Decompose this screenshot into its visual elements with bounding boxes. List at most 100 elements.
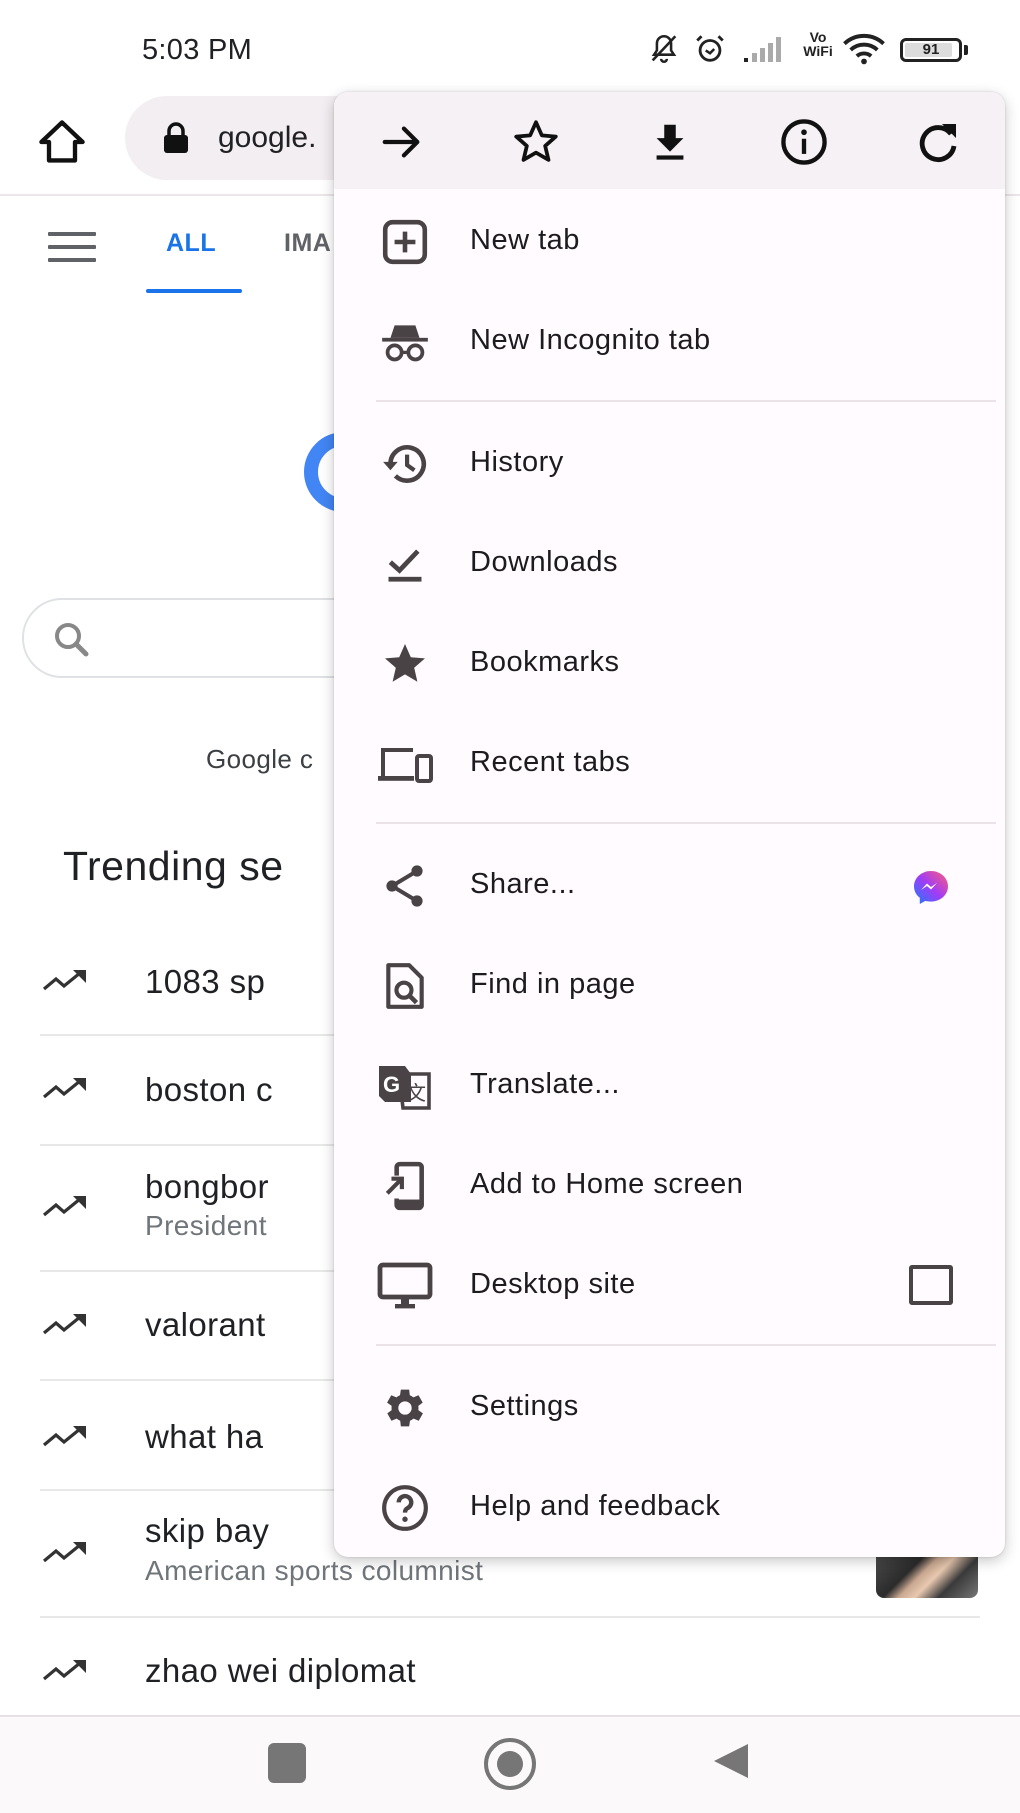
trending-query[interactable]: boston c (145, 1071, 273, 1109)
menu-divider (376, 400, 996, 402)
bookmark-button[interactable] (508, 114, 564, 170)
menu-divider (376, 1344, 996, 1346)
menu-divider (376, 822, 996, 824)
menu-item-settings[interactable]: Settings (334, 1358, 1005, 1458)
bell-off-icon (646, 32, 682, 66)
info-icon (781, 119, 827, 165)
menu-header (334, 92, 1005, 189)
trending-up-icon (42, 968, 88, 992)
trending-up-icon (42, 1658, 88, 1682)
add-to-home-icon (377, 1161, 433, 1211)
hamburger-menu-icon[interactable] (48, 232, 96, 262)
menu-item-bookmarks[interactable]: Bookmarks (334, 614, 1005, 714)
active-tab-indicator (146, 289, 242, 293)
wifi-icon (842, 32, 886, 66)
forward-button[interactable] (374, 114, 430, 170)
desktop-site-checkbox[interactable] (909, 1265, 953, 1305)
menu-item-label: Downloads (470, 546, 618, 578)
recent-tabs-icon (377, 739, 433, 789)
history-icon (377, 439, 433, 489)
vowifi-icon: Vo WiFi (798, 30, 838, 58)
new-tab-icon (377, 217, 433, 267)
signal-icon (742, 32, 786, 66)
menu-item-recent-tabs[interactable]: Recent tabs (334, 714, 1005, 814)
menu-item-translate[interactable]: G 文 Translate... (334, 1036, 1005, 1136)
download-page-button[interactable] (642, 114, 698, 170)
overflow-menu: New tab New Incognito tab History Downloads… (334, 92, 1005, 1557)
trending-query[interactable]: zhao wei diplomat (145, 1652, 416, 1690)
battery-icon: 91 (900, 38, 962, 62)
menu-item-label: Share... (470, 868, 576, 900)
trending-subtitle: President (145, 1210, 267, 1241)
share-icon (377, 861, 433, 911)
menu-item-desktop-site[interactable]: Desktop site (334, 1236, 1005, 1336)
menu-item-label: New Incognito tab (470, 324, 711, 356)
battery-tip (964, 45, 968, 55)
trending-query[interactable]: what ha (145, 1418, 263, 1456)
battery-level: 91 (922, 41, 940, 58)
refresh-button[interactable] (910, 114, 966, 170)
messenger-icon[interactable] (912, 869, 950, 905)
menu-item-label: Settings (470, 1390, 579, 1422)
home-button[interactable] (36, 116, 88, 168)
translate-icon: G文 (377, 1061, 433, 1111)
menu-item-help-and-feedback[interactable]: Help and feedback (334, 1458, 1005, 1557)
nav-home-button[interactable] (484, 1738, 536, 1790)
arrow-right-icon (382, 126, 420, 158)
trending-up-icon (42, 1194, 88, 1218)
url-text[interactable]: google. (218, 121, 316, 155)
trending-up-icon (42, 1540, 88, 1564)
star-outline-icon (514, 120, 558, 162)
menu-item-label: Help and feedback (470, 1490, 721, 1522)
status-time: 5:03 PM (142, 34, 253, 66)
settings-gear-icon (377, 1383, 433, 1433)
menu-item-share[interactable]: Share... (334, 836, 1005, 936)
trending-query[interactable]: 1083 sp (145, 963, 265, 1001)
vowifi-top: Vo (809, 29, 827, 45)
refresh-icon (919, 124, 957, 162)
menu-item-label: Find in page (470, 968, 636, 1000)
tab-images[interactable]: IMA (284, 229, 331, 258)
nav-recents-button[interactable] (268, 1743, 306, 1783)
svg-text:文: 文 (406, 1082, 426, 1105)
trending-query[interactable]: bongbor (145, 1168, 269, 1206)
trending-subtitle: American sports columnist (145, 1555, 484, 1586)
menu-item-label: Recent tabs (470, 746, 631, 778)
menu-item-add-to-home-screen[interactable]: Add to Home screen (334, 1136, 1005, 1236)
incognito-icon (377, 317, 433, 367)
desktop-icon (377, 1261, 433, 1311)
find-in-page-icon (377, 961, 433, 1011)
page-info-button[interactable] (776, 114, 832, 170)
trending-up-icon (42, 1312, 88, 1336)
trending-up-icon (42, 1076, 88, 1100)
menu-item-new-tab[interactable]: New tab (334, 192, 1005, 292)
trending-up-icon (42, 1424, 88, 1448)
bookmarks-star-icon (377, 639, 433, 689)
downloads-icon (377, 539, 433, 589)
trending-query[interactable]: skip bay (145, 1512, 269, 1550)
menu-item-label: New tab (470, 224, 580, 256)
download-icon (656, 124, 684, 160)
google-offered-in: Google c (206, 744, 314, 774)
svg-text:G: G (383, 1072, 400, 1097)
vowifi-bottom: WiFi (803, 43, 833, 59)
menu-item-label: Add to Home screen (470, 1168, 744, 1200)
menu-item-history[interactable]: History (334, 414, 1005, 514)
trending-divider (40, 1616, 980, 1618)
menu-item-label: Bookmarks (470, 646, 620, 678)
home-icon (39, 120, 85, 163)
search-icon (50, 620, 98, 660)
lock-icon (161, 122, 191, 154)
menu-item-find-in-page[interactable]: Find in page (334, 936, 1005, 1036)
menu-item-label: Desktop site (470, 1268, 636, 1300)
menu-item-new-incognito-tab[interactable]: New Incognito tab (334, 292, 1005, 392)
trending-query[interactable]: valorant (145, 1306, 266, 1344)
menu-item-label: History (470, 446, 564, 478)
trending-title: Trending se (63, 843, 284, 889)
menu-item-label: Translate... (470, 1068, 620, 1100)
help-icon (377, 1483, 433, 1533)
tab-all[interactable]: ALL (166, 229, 216, 258)
menu-item-downloads[interactable]: Downloads (334, 514, 1005, 614)
alarm-icon (692, 32, 728, 66)
nav-back-button[interactable] (714, 1744, 748, 1778)
